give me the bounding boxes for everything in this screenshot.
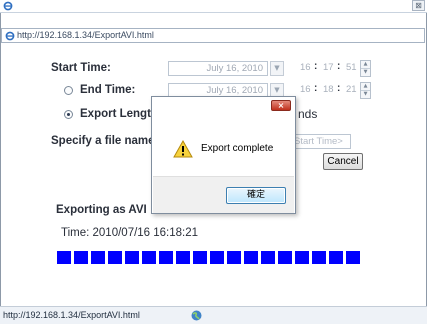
status-url: http://192.168.1.34/ExportAVI.html <box>3 310 140 320</box>
progress-cell <box>227 251 241 264</box>
spin-down-icon[interactable]: ▼ <box>361 68 370 75</box>
progress-cell <box>91 251 105 264</box>
status-bar: http://192.168.1.34/ExportAVI.html <box>0 306 427 324</box>
progress-cell <box>312 251 326 264</box>
spin-up-icon[interactable]: ▲ <box>361 61 370 68</box>
export-time-text: Time: 2010/07/16 16:18:21 <box>61 227 199 239</box>
progress-cell <box>74 251 88 264</box>
start-second[interactable]: 51 <box>346 62 357 73</box>
progress-cell <box>346 251 360 264</box>
filename-label: Specify a file name <box>51 135 155 147</box>
progress-cell <box>57 251 71 264</box>
cancel-button[interactable]: Cancel <box>323 153 363 170</box>
progress-cell <box>261 251 275 264</box>
end-time-label: End Time: <box>80 84 136 96</box>
progress-cell <box>210 251 224 264</box>
progress-cell <box>108 251 122 264</box>
end-time-spinner[interactable]: ▲ ▼ <box>360 82 371 99</box>
progress-cell <box>159 251 173 264</box>
exporting-label: Exporting as AVI <box>56 204 147 216</box>
dialog-body: Export complete <box>153 114 294 176</box>
end-minute[interactable]: 18 <box>323 84 334 95</box>
globe-icon <box>191 310 202 321</box>
export-length-unit: nds <box>298 107 318 121</box>
start-time-sep-1: : <box>314 61 318 72</box>
title-bar: ⊠ <box>0 0 427 13</box>
ie-page-icon <box>5 31 15 41</box>
progress-cell <box>244 251 258 264</box>
progress-cell <box>278 251 292 264</box>
export-length-label: Export Lengt <box>80 108 151 120</box>
progress-cell <box>142 251 156 264</box>
start-time-sep-2: : <box>337 61 341 72</box>
dialog-footer: 確定 <box>153 176 294 213</box>
filename-input[interactable]: Start Time> <box>291 134 351 149</box>
ok-button[interactable]: 確定 <box>226 187 286 204</box>
progress-cell <box>329 251 343 264</box>
export-length-radio[interactable] <box>64 110 73 119</box>
progress-cell <box>125 251 139 264</box>
export-complete-dialog: × Export complete 確定 <box>151 96 296 214</box>
start-hour[interactable]: 16 <box>300 62 311 73</box>
progress-cell <box>193 251 207 264</box>
start-time-spinner[interactable]: ▲ ▼ <box>360 60 371 77</box>
spin-up-icon[interactable]: ▲ <box>361 83 370 90</box>
start-time-label: Start Time: <box>51 62 111 74</box>
address-bar[interactable]: http://192.168.1.34/ExportAVI.html <box>1 28 425 43</box>
end-hour[interactable]: 16 <box>300 84 311 95</box>
end-time-sep-1: : <box>314 83 318 94</box>
address-url: http://192.168.1.34/ExportAVI.html <box>17 30 154 40</box>
start-date-dropdown-button[interactable]: ▼ <box>270 61 284 76</box>
end-time-radio[interactable] <box>64 86 73 95</box>
warning-icon <box>173 140 193 158</box>
progress-cell <box>295 251 309 264</box>
start-minute[interactable]: 17 <box>323 62 334 73</box>
end-time-sep-2: : <box>337 83 341 94</box>
dialog-message: Export complete <box>201 143 274 154</box>
end-second[interactable]: 21 <box>346 84 357 95</box>
window-close-button[interactable]: ⊠ <box>412 0 425 11</box>
progress-cell <box>176 251 190 264</box>
progress-bar <box>57 251 360 264</box>
dialog-close-button[interactable]: × <box>271 100 291 111</box>
ie-logo-icon <box>3 1 13 11</box>
spin-down-icon[interactable]: ▼ <box>361 90 370 97</box>
start-date-field[interactable]: July 16, 2010 <box>168 61 268 76</box>
